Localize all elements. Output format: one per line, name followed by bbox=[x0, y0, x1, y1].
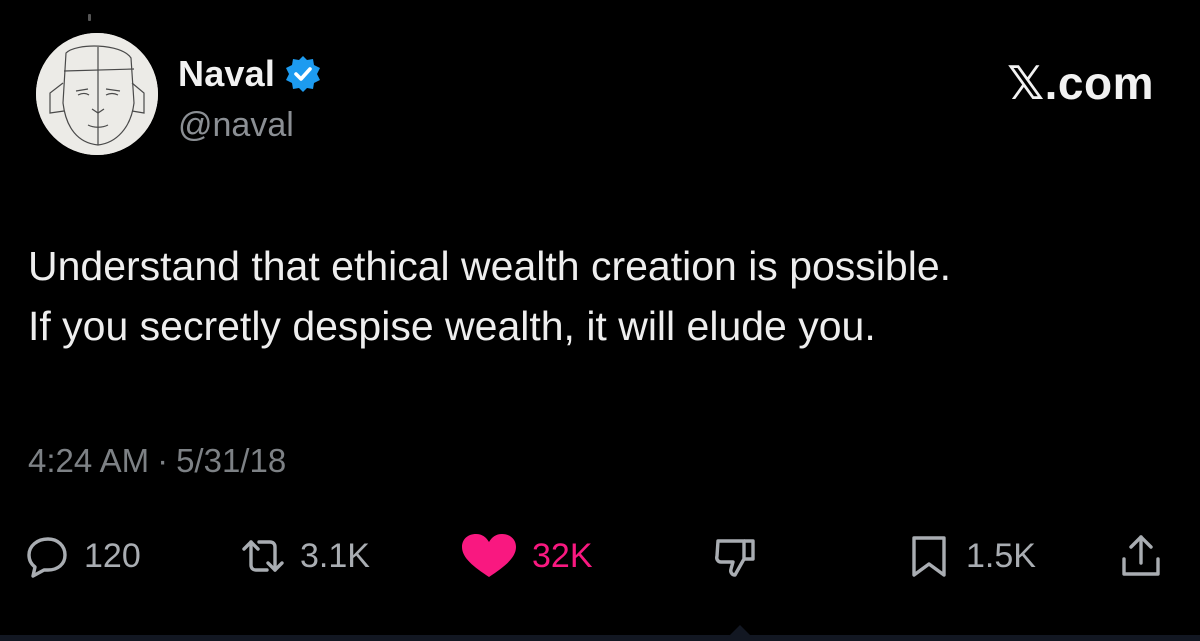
dislike-button[interactable] bbox=[712, 524, 758, 588]
repost-button[interactable]: 3.1K bbox=[240, 524, 370, 588]
avatar[interactable] bbox=[36, 33, 158, 155]
repost-count: 3.1K bbox=[300, 536, 370, 575]
verified-badge-icon bbox=[283, 54, 323, 94]
tweet-card: Naval @naval 𝕏.com Understand that ethic… bbox=[0, 0, 1200, 641]
reply-count: 120 bbox=[84, 536, 141, 575]
bottom-bar bbox=[0, 635, 1200, 641]
top-indicator bbox=[88, 14, 91, 21]
bookmark-count: 1.5K bbox=[966, 536, 1036, 575]
tweet-line: If you secretly despise wealth, it will … bbox=[28, 303, 876, 349]
tweet-timestamp[interactable]: 4:24 AM · 5/31/18 bbox=[28, 442, 286, 480]
dislike-icon bbox=[712, 533, 758, 579]
heart-icon bbox=[460, 533, 518, 579]
reply-button[interactable]: 120 bbox=[24, 524, 141, 588]
bookmark-icon bbox=[906, 533, 952, 579]
tweet-line: Understand that ethical wealth creation … bbox=[28, 243, 952, 289]
meta-separator: · bbox=[157, 442, 169, 479]
repost-icon bbox=[240, 533, 286, 579]
share-icon bbox=[1118, 533, 1164, 579]
display-name[interactable]: Naval bbox=[178, 53, 275, 95]
action-bar: 120 3.1K 32K 1.5K bbox=[0, 524, 1200, 588]
tweet-date: 5/31/18 bbox=[176, 442, 287, 479]
reply-icon bbox=[24, 533, 70, 579]
bottom-notch bbox=[724, 625, 756, 641]
like-button[interactable]: 32K bbox=[460, 524, 593, 588]
brand-logo: 𝕏.com bbox=[1007, 57, 1154, 109]
like-count: 32K bbox=[532, 536, 593, 575]
author-handle[interactable]: @naval bbox=[178, 106, 294, 145]
tweet-time: 4:24 AM bbox=[28, 442, 150, 479]
sketched-face-avatar bbox=[36, 33, 158, 155]
bookmark-button[interactable]: 1.5K bbox=[906, 524, 1036, 588]
tweet-text: Understand that ethical wealth creation … bbox=[28, 236, 1178, 356]
share-button[interactable] bbox=[1118, 524, 1164, 588]
author-name-row[interactable]: Naval bbox=[178, 52, 323, 96]
